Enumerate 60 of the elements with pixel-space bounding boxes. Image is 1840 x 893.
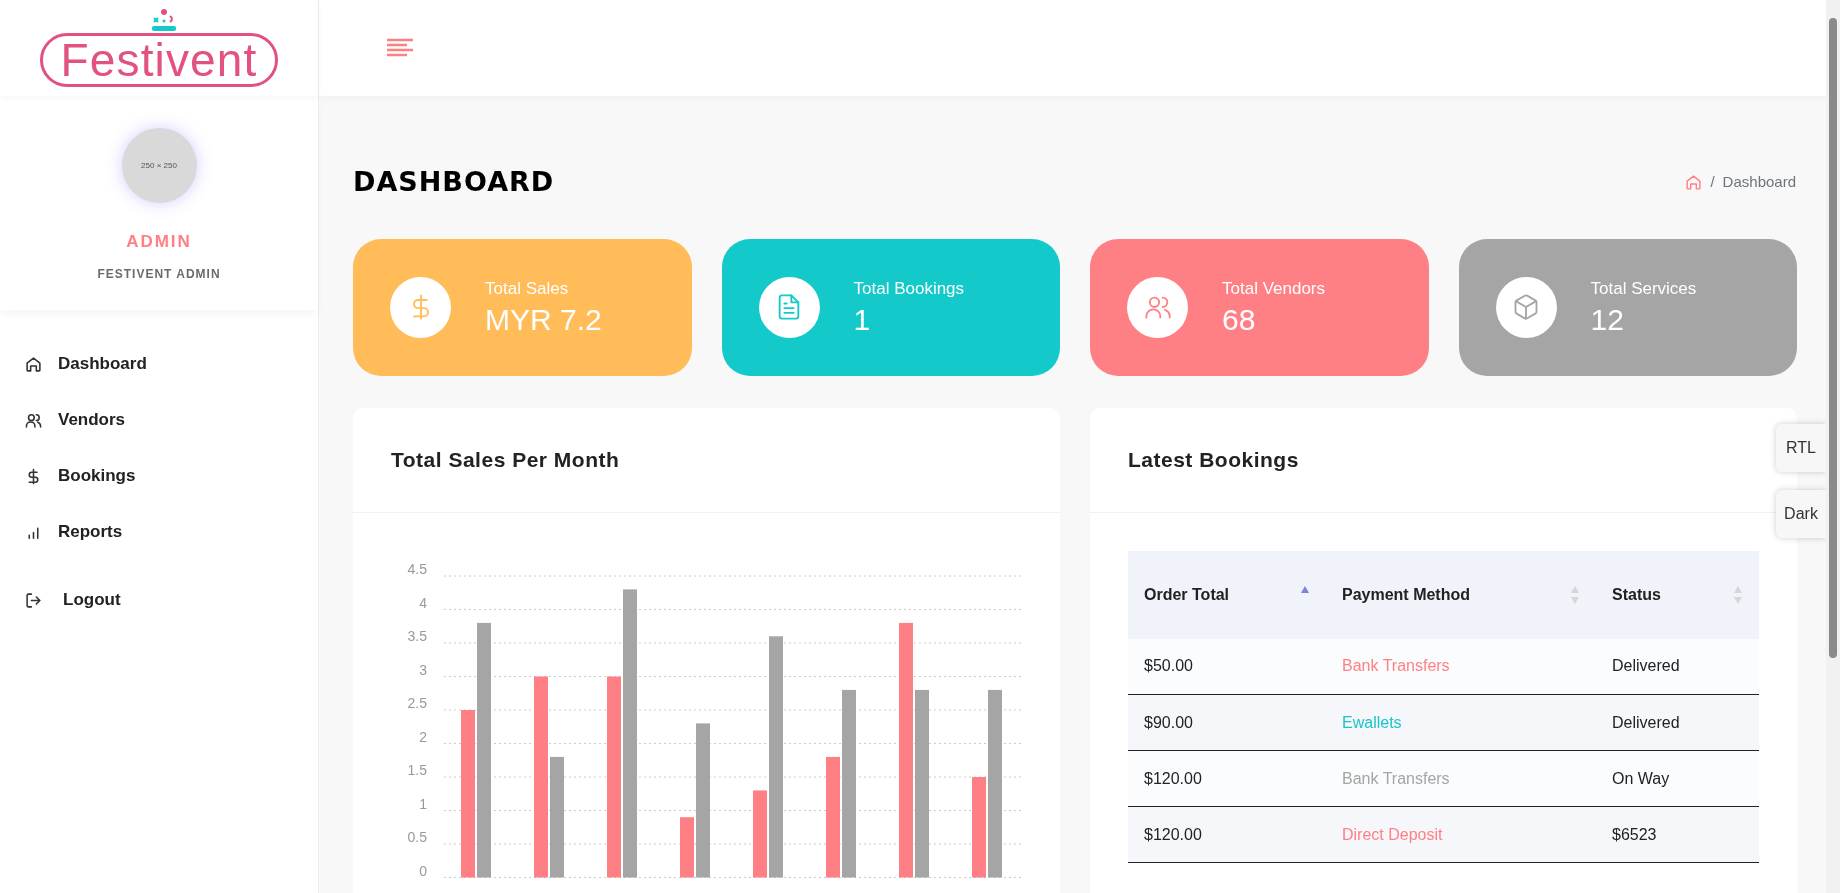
payment-method: Direct Deposit	[1326, 806, 1596, 863]
sidebar-item[interactable]: Vendors	[0, 392, 318, 448]
stat-value: 68	[1222, 301, 1257, 338]
users-icon	[25, 411, 42, 429]
logo[interactable]: Festivent	[39, 33, 279, 87]
table-cell: $50.00	[1128, 638, 1326, 695]
logo-text: Festivent	[60, 37, 258, 83]
y-tick-label: 0.5	[407, 828, 427, 845]
y-tick-label: 0	[419, 862, 427, 878]
sidebar-item[interactable]: Logout	[0, 572, 318, 628]
avatar: 250 × 250	[121, 128, 197, 203]
payment-method: Bank Transfers	[1326, 750, 1596, 807]
stat-value: MYR 7.2	[485, 301, 602, 338]
toggle-button[interactable]: Dark	[1776, 490, 1826, 538]
sort-icon[interactable]	[1570, 584, 1580, 605]
column-header[interactable]: Order Total	[1144, 582, 1230, 607]
breadcrumb-item: Dashboard	[1722, 172, 1796, 192]
stat-value: 12	[1590, 301, 1625, 338]
stat-label: Total Bookings	[853, 278, 965, 301]
y-tick-label: 4.5	[407, 560, 427, 577]
y-tick-label: 1	[419, 795, 427, 811]
sidebar-item[interactable]: Dashboard	[0, 336, 318, 392]
payment-method: Bank Transfers	[1326, 638, 1596, 695]
menu-icon[interactable]	[387, 38, 413, 58]
table-cell: Delivered	[1596, 638, 1759, 695]
stat-value: 1	[853, 301, 872, 338]
table-cell: $120.00	[1128, 806, 1326, 863]
stat-label: Total Vendors	[1222, 278, 1325, 301]
toggle-button[interactable]: RTL	[1776, 424, 1826, 472]
table-cell: $90.00	[1128, 694, 1326, 751]
y-tick-label: 2	[419, 728, 427, 744]
sidebar-item[interactable]: Bookings	[0, 448, 318, 504]
logout-icon	[25, 591, 42, 609]
table-cell: On Way	[1596, 750, 1759, 807]
stat-label: Total Services	[1590, 278, 1697, 301]
sort-icon[interactable]	[1733, 584, 1743, 605]
y-tick-label: 3	[419, 661, 427, 677]
card-title: Total Sales Per Month	[391, 446, 620, 473]
y-tick-label: 1.5	[407, 761, 427, 778]
profile-name: ADMIN	[126, 231, 192, 253]
sidebar-item[interactable]: Reports	[0, 504, 318, 560]
profile-role: FESTIVENT ADMIN	[97, 265, 221, 283]
card-title: Latest Bookings	[1128, 446, 1299, 473]
table-cell: $120.00	[1128, 750, 1326, 807]
y-tick-label: 2.5	[407, 694, 427, 711]
column-header[interactable]: Payment Method	[1342, 582, 1470, 607]
bar	[680, 816, 694, 877]
home-icon[interactable]	[1685, 173, 1703, 191]
stat-label: Total Sales	[485, 278, 570, 301]
payment-method: Ewallets	[1326, 694, 1596, 751]
breadcrumb-separator: /	[1710, 172, 1715, 192]
table-cell: $6523	[1596, 806, 1759, 863]
table-cell: Delivered	[1596, 694, 1759, 751]
home-icon	[25, 355, 42, 373]
scrollbar[interactable]	[1826, 0, 1840, 893]
y-tick-label: 3.5	[407, 627, 427, 644]
page-title: DASHBOARD	[353, 165, 555, 199]
y-tick-label: 4	[419, 594, 427, 610]
box-icon	[1512, 293, 1540, 321]
column-header[interactable]: Status	[1612, 582, 1661, 607]
